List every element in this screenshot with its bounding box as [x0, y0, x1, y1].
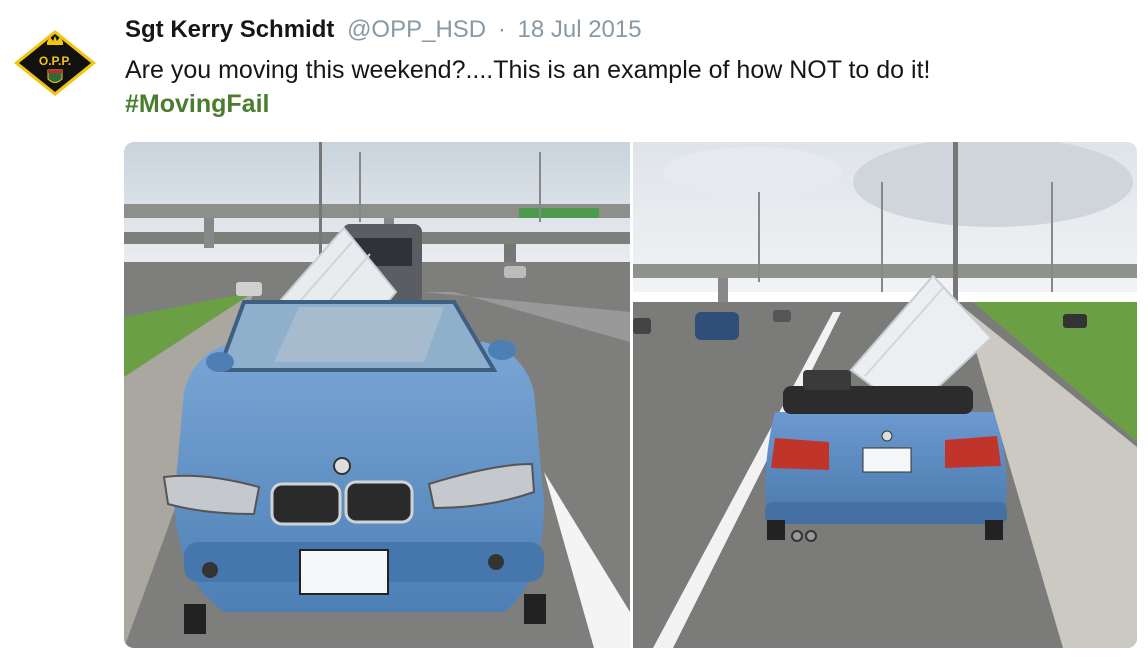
- tweet-text: Are you moving this weekend?....This is …: [125, 56, 931, 84]
- badge-text: O.P.P.: [39, 54, 71, 68]
- hashtag-link[interactable]: #MovingFail: [125, 88, 269, 120]
- opp-badge-icon: O.P.P.: [14, 30, 96, 96]
- front-view-photo[interactable]: [124, 142, 630, 648]
- tweet-header: Sgt Kerry Schmidt @OPP_HSD · 18 Jul 2015: [125, 14, 642, 46]
- author-name[interactable]: Sgt Kerry Schmidt: [125, 16, 334, 43]
- rear-view-photo[interactable]: [633, 142, 1137, 648]
- tweet-date[interactable]: 18 Jul 2015: [517, 16, 641, 43]
- media-grid: [124, 142, 1137, 648]
- avatar[interactable]: O.P.P.: [12, 28, 98, 98]
- separator-dot: ·: [497, 16, 506, 43]
- tweet: O.P.P. Sgt Kerry Schmidt @OPP_HSD · 18 J…: [0, 0, 1148, 664]
- author-handle[interactable]: @OPP_HSD: [347, 16, 486, 43]
